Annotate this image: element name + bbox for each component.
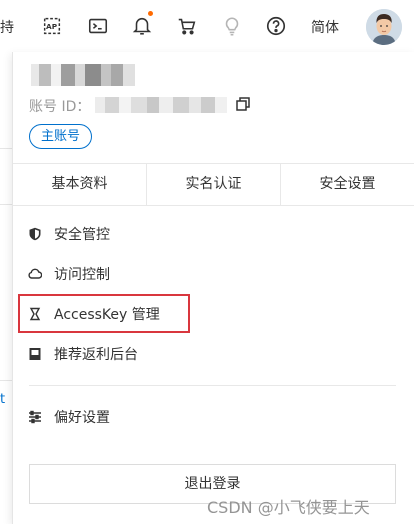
sliders-icon [27,409,43,425]
menu-item-label: AccessKey 管理 [54,307,160,323]
avatar[interactable] [366,9,402,45]
menu-item-label: 安全管控 [54,227,110,243]
menu-item-accesskey-management[interactable]: AccessKey 管理 [27,304,160,324]
account-name-redacted [31,64,135,86]
key-icon [27,306,43,322]
account-dropdown-panel: 账号 ID： 主账号 基本资料 实名认证 安全设置 安全管控 访问控制 Acce… [12,52,414,524]
menu-item-label: 访问控制 [54,267,110,283]
account-id-label: 账号 ID： [29,99,91,115]
cart-icon[interactable] [175,14,199,38]
menu-item-referral-rebate[interactable]: 推荐返利后台 [27,344,138,364]
svg-text:AP: AP [46,22,58,31]
top-navigation-bar: 持 AP 简体 [0,0,414,52]
main-account-badge: 主账号 [29,124,93,149]
notification-dot [148,11,153,16]
tab-real-name-verification[interactable]: 实名认证 [146,164,280,205]
account-tabs: 基本资料 实名认证 安全设置 [13,163,414,206]
tab-basic-info[interactable]: 基本资料 [13,164,146,205]
help-icon[interactable] [264,14,288,38]
terminal-icon[interactable] [86,14,110,38]
background-divider [0,148,12,149]
background-divider [0,380,12,381]
cloud-icon [27,266,43,282]
menu-item-preferences[interactable]: 偏好设置 [27,407,110,427]
watermark: CSDN @小飞侠要上天 [207,498,370,517]
menu-divider [29,385,396,386]
background-link-fragment[interactable]: t [0,392,5,407]
copy-icon[interactable] [235,96,251,112]
shield-icon [27,226,43,242]
background-divider [0,204,12,205]
lightbulb-icon[interactable] [220,14,244,38]
menu-item-label: 偏好设置 [54,410,110,426]
menu-item-security-control[interactable]: 安全管控 [27,224,110,244]
language-switch[interactable]: 简体 [311,17,339,37]
rebate-icon [27,346,43,362]
account-id-redacted [95,97,227,113]
menu-item-label: 推荐返利后台 [54,347,138,363]
nav-cut-text[interactable]: 持 [0,17,14,37]
tab-security-settings[interactable]: 安全设置 [280,164,414,205]
bell-icon[interactable] [130,14,154,38]
menu-item-access-control[interactable]: 访问控制 [27,264,110,284]
api-icon[interactable]: AP [40,14,64,38]
